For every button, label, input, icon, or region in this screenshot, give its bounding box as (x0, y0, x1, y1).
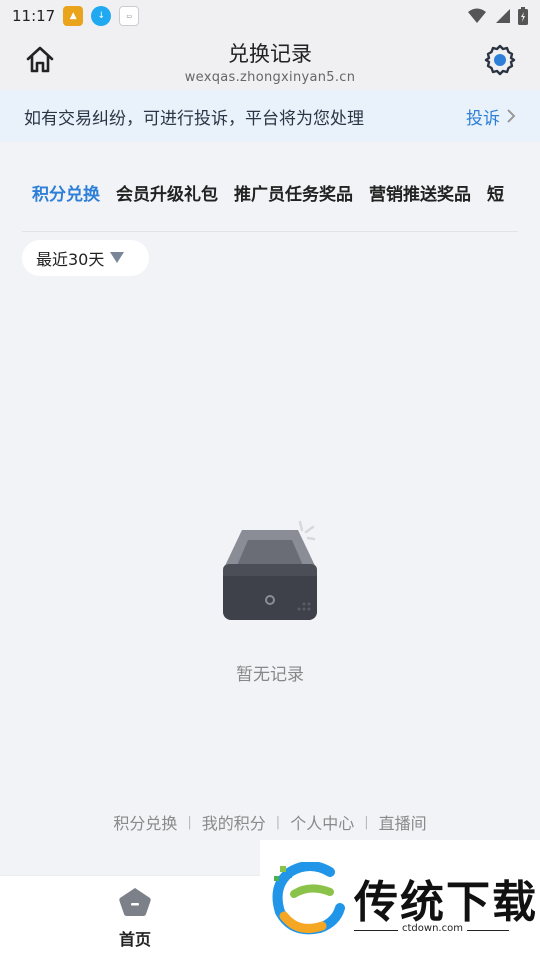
status-notification-icons: ▲ ↓ ▭ (63, 6, 140, 26)
date-range-label: 最近30天 (36, 250, 105, 269)
watermark-logo-icon (272, 862, 345, 935)
wifi-icon (468, 8, 486, 23)
footer-separator: | (364, 814, 369, 830)
category-tabs-card: 积分兑换 会员升级礼包 推广员任务奖品 营销推送奖品 短 (22, 150, 518, 232)
status-time: 11:17 (12, 7, 56, 25)
watermark-text: 传统下载 (354, 877, 538, 928)
tab-partial[interactable]: 短 (487, 180, 504, 205)
gear-icon (484, 44, 516, 76)
footer-links: 积分兑换 | 我的积分 | 个人中心 | 直播间 (0, 810, 540, 834)
watermark: 传统下载 ctdown.com (260, 840, 540, 960)
footer-link-personal-center[interactable]: 个人中心 (290, 810, 354, 834)
tab-marketing-push-prize[interactable]: 营销推送奖品 (369, 180, 471, 205)
tab-member-upgrade-gift[interactable]: 会员升级礼包 (116, 180, 218, 205)
footer-separator: | (275, 814, 281, 830)
page-domain: wexqas.zhongxinyan5.cn (184, 70, 356, 85)
complaint-notice-banner: 如有交易纠纷，可进行投诉，平台将为您处理 投诉 (0, 90, 540, 142)
empty-state-text: 暂无记录 (236, 665, 304, 685)
settings-button[interactable] (484, 44, 516, 76)
chevron-right-icon (507, 109, 516, 123)
empty-inbox-icon (223, 520, 317, 620)
watermark-url: ctdown.com (398, 923, 467, 934)
app-icon-3: ▭ (119, 6, 140, 26)
notice-text: 如有交易纠纷，可进行投诉，平台将为您处理 (24, 108, 364, 129)
tab-points-exchange[interactable]: 积分兑换 (32, 180, 100, 205)
app-icon-1: ▲ (63, 6, 84, 26)
date-range-filter[interactable]: 最近30天 (22, 240, 149, 276)
status-bar: 11:17 ▲ ↓ ▭ (0, 0, 540, 32)
footer-link-live-room[interactable]: 直播间 (379, 810, 427, 834)
footer-separator: | (187, 814, 192, 830)
complaint-link-label: 投诉 (466, 108, 500, 129)
status-system-icons (468, 7, 528, 25)
category-tabs: 积分兑换 会员升级礼包 推广员任务奖品 营销推送奖品 短 (32, 180, 518, 205)
page-title: 兑换记录 (228, 42, 312, 66)
signal-icon (496, 9, 510, 23)
footer-link-points-exchange[interactable]: 积分兑换 (113, 810, 177, 834)
battery-icon (518, 7, 528, 25)
triangle-down-icon (110, 252, 125, 263)
home-pentagon-icon (119, 888, 151, 916)
footer-link-my-points[interactable]: 我的积分 (202, 810, 266, 834)
complaint-link[interactable]: 投诉 (466, 104, 516, 129)
tab-promoter-task-prize[interactable]: 推广员任务奖品 (234, 180, 353, 205)
home-icon (26, 46, 54, 73)
nav-home-label: 首页 (118, 930, 151, 949)
download-icon: ↓ (91, 6, 112, 26)
app-header: 兑换记录 wexqas.zhongxinyan5.cn (0, 32, 540, 90)
home-button[interactable] (24, 44, 56, 76)
nav-item-home[interactable]: 首页 (100, 886, 170, 950)
